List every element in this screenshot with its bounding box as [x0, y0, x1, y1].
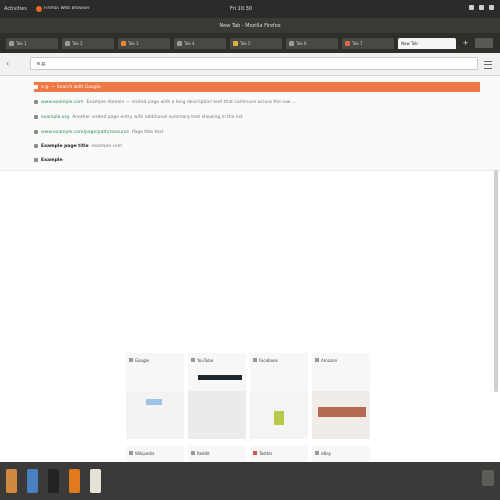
site-thumbnail [250, 391, 308, 439]
suggestion-item[interactable]: Example page title example.com [34, 141, 480, 151]
page-icon [34, 130, 38, 134]
tab-active[interactable]: New Tab [398, 38, 456, 49]
hamburger-menu-icon[interactable] [484, 61, 492, 69]
thumbnail-graphic [274, 411, 284, 425]
page-icon [34, 115, 38, 119]
page-icon [34, 100, 38, 104]
favicon-icon [233, 41, 238, 46]
suggestion-item[interactable]: www.example.com/page/path/resource Page … [34, 127, 480, 137]
suggestion-item[interactable]: example.org Another visited page entry w… [34, 112, 480, 122]
favicon-icon [315, 451, 319, 455]
tab[interactable]: Tab 6 [286, 38, 338, 49]
suggestion-search[interactable]: e.g. — Search with Google [34, 82, 480, 92]
terminal-launcher-icon[interactable] [48, 469, 59, 493]
favicon-icon [191, 451, 195, 455]
network-icon[interactable] [469, 5, 474, 10]
url-suggestions: e.g. — Search with Google www.example.co… [0, 77, 500, 171]
top-site-tile[interactable]: Amazon [312, 353, 370, 439]
site-thumbnail [312, 391, 370, 439]
page-icon [34, 158, 38, 162]
favicon-icon [65, 41, 70, 46]
top-site-tile[interactable]: Google [126, 353, 184, 439]
favicon-icon [315, 358, 319, 362]
page-icon [34, 144, 38, 148]
volume-icon[interactable] [479, 5, 484, 10]
top-site-tile[interactable]: Facebook [250, 353, 308, 439]
navigation-bar: ‹ [0, 53, 500, 76]
firefox-launcher-icon[interactable] [69, 469, 80, 493]
tab[interactable]: Tab 2 [62, 38, 114, 49]
app-name: Firefox Web Browser [44, 6, 90, 11]
top-site-tile[interactable]: YouTube [188, 353, 246, 439]
files-launcher-icon[interactable] [6, 469, 17, 493]
app-menu[interactable]: Firefox Web Browser [36, 5, 112, 12]
text-editor-launcher-icon[interactable] [90, 469, 101, 493]
top-panel: Activities Firefox Web Browser Fri 10:30 [0, 0, 500, 18]
tab[interactable]: Tab 4 [174, 38, 226, 49]
suggestion-item[interactable]: Example [34, 155, 480, 165]
favicon-icon [345, 41, 350, 46]
trash-launcher-icon[interactable] [482, 470, 494, 486]
power-icon[interactable] [489, 5, 494, 10]
url-input[interactable] [37, 61, 437, 67]
suggestion-item[interactable]: www.example.com Example domain — visited… [34, 97, 480, 107]
window-title: New Tab - Mozilla Firefox [219, 23, 281, 29]
search-icon [34, 85, 38, 89]
tab-overflow-button[interactable] [475, 38, 493, 48]
url-bar[interactable] [30, 57, 478, 70]
tab[interactable]: Tab 3 [118, 38, 170, 49]
site-thumbnail [188, 391, 246, 439]
favicon-icon [129, 358, 133, 362]
thumbnail-banner [198, 375, 242, 380]
activities-button[interactable]: Activities [4, 6, 27, 12]
system-tray[interactable] [469, 5, 494, 10]
tab[interactable]: Tab 1 [6, 38, 58, 49]
favicon-icon [129, 451, 133, 455]
logo-thumbnail [146, 399, 162, 405]
back-button[interactable]: ‹ [6, 60, 9, 68]
site-thumbnail [126, 391, 184, 439]
favicon-icon [253, 358, 257, 362]
thumbnail-graphic [318, 407, 366, 417]
window-title-bar[interactable]: New Tab - Mozilla Firefox [0, 18, 500, 33]
tab[interactable]: Tab 7 [342, 38, 394, 49]
launcher-bar [0, 462, 500, 500]
tab[interactable]: Tab 5 [230, 38, 282, 49]
favicon-icon [121, 41, 126, 46]
browser-launcher-icon[interactable] [27, 469, 38, 493]
firefox-icon [36, 5, 42, 12]
clock[interactable]: Fri 10:30 [230, 6, 252, 12]
new-tab-button[interactable]: + [462, 40, 469, 47]
favicon-icon [253, 451, 257, 455]
favicon-icon [9, 41, 14, 46]
favicon-icon [177, 41, 182, 46]
favicon-icon [191, 358, 195, 362]
page-scrollbar[interactable] [494, 170, 498, 392]
tab-strip: Tab 1 Tab 2 Tab 3 Tab 4 Tab 5 Tab 6 Tab … [0, 33, 500, 53]
favicon-icon [289, 41, 294, 46]
